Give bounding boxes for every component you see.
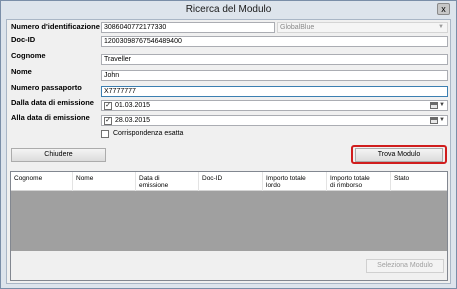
date-from-value: 01.03.2015 <box>115 102 151 109</box>
table-header: Cognome Nome Data di emissione Doc-ID Im… <box>11 172 447 191</box>
close-icon[interactable]: x <box>437 3 450 15</box>
column-header[interactable]: Importo totale lordo <box>263 172 327 191</box>
date-to-picker[interactable]: ✓ 28.03.2015 ▼ <box>101 115 448 126</box>
exact-match-checkbox[interactable] <box>101 130 109 138</box>
column-header[interactable]: Cognome <box>11 172 73 191</box>
doc-id-label: Doc-ID <box>11 35 36 44</box>
table-body-empty <box>11 191 447 251</box>
column-header[interactable]: Importo totale di rimborso <box>327 172 391 191</box>
column-header[interactable]: Data di emissione <box>136 172 199 191</box>
name-label: Nome <box>11 67 32 76</box>
title-bar[interactable]: Ricerca del Modulo x <box>1 1 456 19</box>
passport-label: Numero passaporto <box>11 83 82 92</box>
close-button-label: Chiudere <box>44 151 73 158</box>
column-header[interactable]: Stato <box>391 172 447 191</box>
date-to-checkbox[interactable]: ✓ <box>104 117 112 125</box>
column-header[interactable]: Nome <box>73 172 136 191</box>
passport-field[interactable]: X7777777 <box>101 86 448 97</box>
source-select[interactable]: GlobalBlue ▼ <box>277 22 448 33</box>
window-title: Ricerca del Modulo <box>185 4 272 15</box>
surname-label: Cognome <box>11 51 46 60</box>
doc-id-field[interactable]: 120030987675464​89400 <box>101 36 448 47</box>
chevron-down-icon[interactable]: ▼ <box>439 116 445 125</box>
chevron-down-icon: ▼ <box>438 24 444 30</box>
chevron-down-icon[interactable]: ▼ <box>439 101 445 110</box>
results-table[interactable]: Cognome Nome Data di emissione Doc-ID Im… <box>10 171 448 281</box>
id-number-label: Numero d'identificazione <box>11 22 100 31</box>
calendar-icon[interactable] <box>430 102 438 109</box>
search-form-window: Ricerca del Modulo x Numero d'identifica… <box>0 0 457 289</box>
name-field[interactable]: John <box>101 70 448 81</box>
exact-match-label: Corrispondenza esatta <box>113 130 184 137</box>
close-button[interactable]: Chiudere <box>11 148 106 162</box>
find-form-button[interactable]: Trova Modulo <box>355 148 443 162</box>
calendar-icon[interactable] <box>430 117 438 124</box>
date-from-picker[interactable]: ✓ 01.03.2015 ▼ <box>101 100 448 111</box>
find-form-button-label: Trova Modulo <box>377 151 421 158</box>
date-from-label: Dalla data di emissione <box>11 98 94 107</box>
id-number-field[interactable]: 3086040772177330 <box>101 22 275 33</box>
date-to-label: Alla data di emissione <box>11 113 90 122</box>
date-to-value: 28.03.2015 <box>115 117 151 124</box>
date-from-checkbox[interactable]: ✓ <box>104 102 112 110</box>
form-panel: Numero d'identificazione 308604077217733… <box>6 19 451 284</box>
surname-field[interactable]: Traveller <box>101 54 448 65</box>
select-form-button-label: Seleziona Modulo <box>377 262 433 269</box>
table-footer: Seleziona Modulo <box>11 251 447 280</box>
column-header[interactable]: Doc-ID <box>199 172 263 191</box>
select-form-button[interactable]: Seleziona Modulo <box>366 259 444 273</box>
source-select-value: GlobalBlue <box>280 24 315 31</box>
